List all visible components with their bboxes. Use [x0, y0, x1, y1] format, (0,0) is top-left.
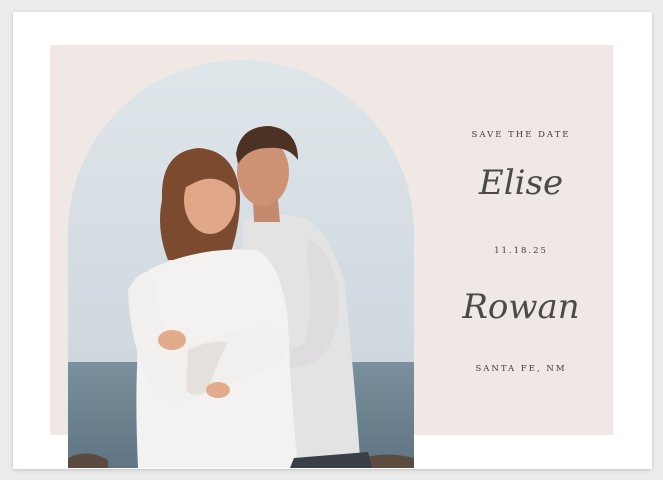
arch-photo: [68, 60, 414, 468]
svg-text:Elise: Elise: [478, 163, 563, 203]
name-one-script: Elise: [478, 163, 563, 203]
invitation-text: SAVE THE DATE Elise 11.18.25 Rowan SANTA…: [438, 112, 604, 392]
event-date: 11.18.25: [494, 246, 548, 256]
couple-photo: [68, 60, 414, 468]
event-location: SANTA FE, NM: [475, 364, 567, 374]
name-two: Rowan: [438, 274, 604, 336]
save-the-date-card: SAVE THE DATE Elise 11.18.25 Rowan SANTA…: [13, 12, 652, 469]
name-one: Elise: [438, 154, 604, 210]
save-the-date-heading: SAVE THE DATE: [471, 130, 571, 140]
svg-text:Rowan: Rowan: [461, 287, 579, 327]
name-two-script: Rowan: [461, 287, 579, 327]
